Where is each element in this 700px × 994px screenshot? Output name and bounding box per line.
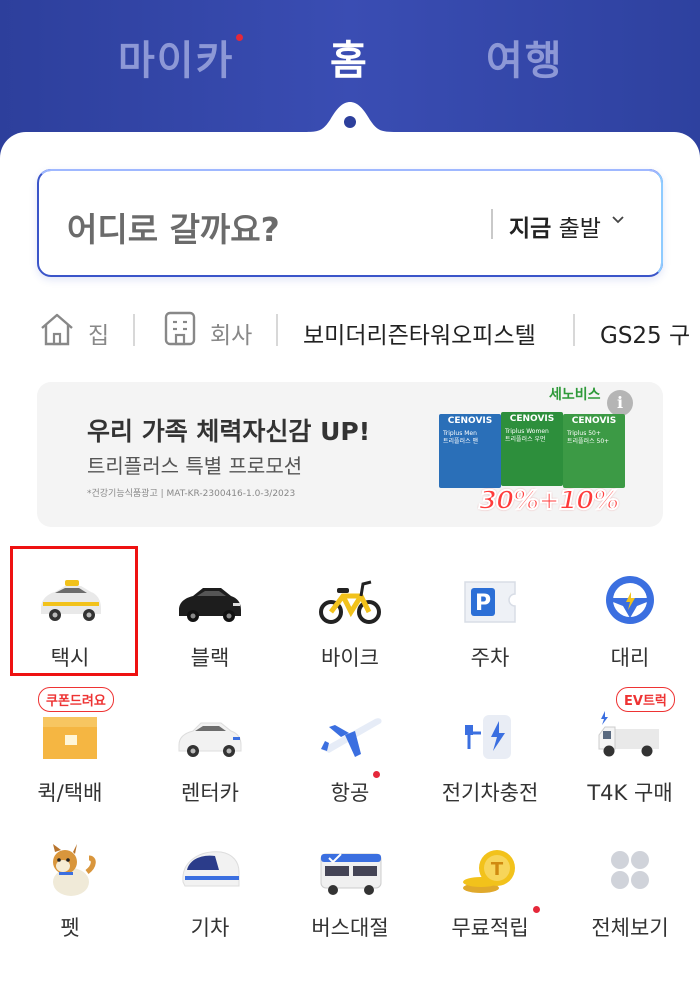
service-rental-car[interactable]: 렌터카 [140, 695, 280, 815]
black-car-icon [179, 588, 241, 622]
product-brand: CENOVIS [509, 414, 555, 424]
tab-mycar[interactable]: 마이카 [118, 28, 234, 86]
card-notch [300, 102, 400, 158]
product-name: Triplus 50+ 트리플러스 50+ [567, 430, 610, 445]
ev-charger-icon [465, 715, 511, 759]
bike-icon [319, 580, 381, 624]
service-label: 기차 [190, 916, 230, 940]
service-label: 항공 [330, 781, 370, 805]
service-label: 바이크 [321, 646, 379, 670]
service-view-all[interactable]: 전체보기 [560, 830, 700, 950]
selection-highlight [10, 546, 138, 676]
depart-label: 출발 [558, 216, 601, 242]
service-label: 블랙 [190, 646, 230, 670]
service-label: 주차 [470, 646, 510, 670]
banner-fine-print: *건강기능식품광고 | MAT-KR-2300416-1.0-3/2023 [87, 489, 296, 499]
service-label: 퀵/택배 [37, 781, 103, 805]
dog-icon [53, 844, 96, 896]
promo-discount: 30%+10% [478, 485, 620, 517]
service-bike[interactable]: 바이크 [280, 560, 420, 680]
train-icon [182, 851, 240, 887]
coupon-badge: 쿠폰드려요 [38, 687, 114, 712]
service-label: 전기차충전 [441, 781, 539, 805]
coin-icon: T [463, 850, 515, 893]
product-brand: CENOVIS [571, 416, 617, 426]
parcel-box-icon [43, 717, 97, 759]
truck-icon [598, 711, 659, 757]
airplane-icon [321, 718, 382, 757]
steering-wheel-icon [606, 576, 654, 624]
ev-truck-badge: EV트럭 [616, 687, 675, 712]
service-parking[interactable]: P 주차 [420, 560, 560, 680]
bus-icon [320, 853, 382, 895]
active-tab-indicator [344, 116, 356, 128]
service-pet[interactable]: 펫 [0, 830, 140, 950]
quick-places: 집 회사 보미더리즌타워오피스텔 GS25 구 [38, 306, 700, 356]
product-box: CENOVIS Triplus Women 트리플러스 우먼 [501, 412, 563, 486]
parking-icon: P [464, 581, 516, 623]
service-label: 펫 [60, 916, 80, 940]
home-icon[interactable] [38, 310, 76, 348]
service-label: 무료적립 [451, 916, 529, 940]
tab-travel[interactable]: 여행 [486, 28, 564, 86]
brand-logo: 세노비스 [549, 387, 601, 403]
notification-dot [236, 34, 243, 41]
svg-text:T: T [491, 859, 504, 880]
product-name: Triplus Men 트리플러스 맨 [443, 430, 479, 445]
service-label: 버스대절 [311, 916, 389, 940]
service-bus-charter[interactable]: 버스대절 [280, 830, 420, 950]
rental-car-icon [178, 722, 242, 757]
product-box: CENOVIS Triplus Men 트리플러스 맨 [439, 414, 501, 488]
product-box: CENOVIS Triplus 50+ 트리플러스 50+ [563, 414, 625, 488]
depart-now-label: 지금 [509, 216, 552, 242]
service-quick-delivery[interactable]: 쿠폰드려요 퀵/택배 [0, 687, 140, 815]
service-label: 대리 [610, 646, 650, 670]
product-name: Triplus Women 트리플러스 우먼 [505, 428, 549, 443]
service-ev-charging[interactable]: 전기차충전 [420, 695, 560, 815]
place-home[interactable]: 집 [88, 316, 109, 350]
service-label: 전체보기 [591, 916, 669, 940]
promo-banner[interactable]: 우리 가족 체력자신감 UP! 트리플러스 특별 프로모션 *건강기능식품광고 … [37, 382, 663, 527]
service-flight[interactable]: 항공 [280, 695, 420, 815]
divider [276, 314, 278, 346]
place-recent[interactable]: 보미더리즌타워오피스텔 [303, 316, 536, 350]
service-train[interactable]: 기차 [140, 830, 280, 950]
banner-title: 우리 가족 체력자신감 UP! [87, 417, 371, 446]
search-placeholder[interactable]: 어디로 갈까요? [67, 203, 280, 251]
product-brand: CENOVIS [447, 416, 493, 426]
divider [573, 314, 575, 346]
svg-text:P: P [475, 591, 491, 616]
service-label: T4K 구매 [587, 781, 673, 805]
departure-time-select[interactable]: 지금 출발 [509, 209, 601, 243]
tab-home[interactable]: 홈 [330, 28, 369, 86]
divider [133, 314, 135, 346]
service-t4k[interactable]: EV트럭 T4K 구매 [560, 687, 700, 815]
place-office[interactable]: 회사 [210, 316, 252, 350]
service-label: 렌터카 [181, 781, 239, 805]
service-black[interactable]: 블랙 [140, 560, 280, 680]
grid-dots-icon [611, 851, 649, 889]
building-icon[interactable] [162, 310, 198, 348]
service-driver[interactable]: 대리 [560, 560, 700, 680]
place-recent[interactable]: GS25 구 [600, 316, 690, 350]
divider [491, 209, 493, 239]
service-free-points[interactable]: T 무료적립 [420, 830, 560, 950]
chevron-down-icon[interactable] [611, 213, 625, 227]
info-icon[interactable]: i [607, 390, 633, 416]
destination-search[interactable]: 어디로 갈까요? 지금 출발 [37, 169, 663, 277]
banner-subtitle: 트리플러스 특별 프로모션 [87, 454, 303, 478]
